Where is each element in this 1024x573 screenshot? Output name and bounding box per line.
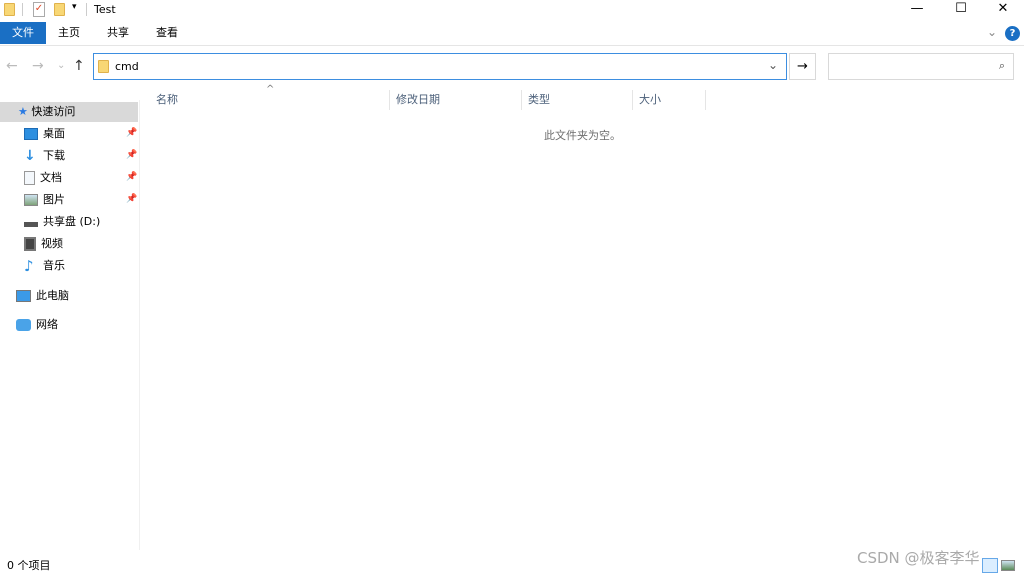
expand-ribbon-icon[interactable]: ⌄ — [987, 25, 997, 39]
details-view-button[interactable] — [982, 558, 998, 573]
videos-icon — [24, 237, 36, 251]
search-icon[interactable]: ⌕ — [999, 59, 1005, 73]
sidebar-item-label: 音乐 — [43, 259, 65, 272]
sidebar-item-documents[interactable]: 文档 — [24, 168, 62, 188]
forward-button[interactable]: → — [32, 58, 44, 74]
title-bar: ✓ ▾ Test — ☐ ✕ — [0, 0, 1024, 20]
new-folder-icon[interactable] — [54, 3, 65, 16]
drive-icon — [24, 222, 38, 227]
empty-folder-message: 此文件夹为空。 — [544, 129, 621, 142]
navigation-pane: ★ 快速访问 桌面 📌 ↓ 下载 📌 文档 📌 图片 📌 共享盘 (D:) 视频 … — [0, 100, 140, 550]
status-item-count: 0 个项目 — [7, 559, 51, 572]
folder-icon — [98, 60, 109, 73]
documents-icon — [24, 171, 35, 185]
sidebar-item-label: 共享盘 (D:) — [43, 215, 101, 228]
computer-icon — [16, 290, 31, 302]
download-icon: ↓ — [24, 148, 36, 164]
sidebar-item-shared-drive[interactable]: 共享盘 (D:) — [24, 212, 100, 232]
divider — [86, 3, 87, 16]
watermark: CSDN @极客李华 — [857, 549, 980, 567]
address-dropdown-icon[interactable]: ⌄ — [768, 58, 778, 72]
large-icons-view-button[interactable] — [1001, 560, 1015, 571]
column-header-name[interactable]: 名称 — [150, 90, 390, 110]
search-input[interactable]: ⌕ — [828, 53, 1014, 80]
tab-file[interactable]: 文件 — [0, 22, 46, 44]
folder-icon — [4, 3, 15, 16]
pictures-icon — [24, 194, 38, 206]
sidebar-item-this-pc[interactable]: 此电脑 — [16, 286, 69, 306]
window-title: Test — [94, 3, 116, 16]
minimize-button[interactable]: — — [902, 0, 932, 20]
up-button[interactable]: ↑ — [73, 58, 85, 74]
sidebar-item-network[interactable]: 网络 — [16, 315, 58, 335]
go-button[interactable]: → — [789, 53, 816, 80]
column-header-date-modified[interactable]: 修改日期 — [390, 90, 522, 110]
sidebar-item-quick-access[interactable]: ★ 快速访问 — [0, 102, 138, 122]
sidebar-item-downloads[interactable]: ↓ 下载 — [24, 146, 65, 166]
address-value[interactable]: cmd — [115, 60, 139, 73]
pin-icon[interactable]: 📌 — [126, 172, 137, 182]
star-icon: ★ — [18, 105, 32, 118]
close-button[interactable]: ✕ — [988, 0, 1018, 20]
music-icon: ♪ — [24, 257, 34, 275]
pin-icon[interactable]: 📌 — [126, 128, 137, 138]
back-button[interactable]: ← — [6, 58, 18, 74]
sidebar-item-label: 网络 — [36, 318, 58, 331]
pin-icon[interactable]: 📌 — [126, 150, 137, 160]
sidebar-item-pictures[interactable]: 图片 — [24, 190, 65, 210]
sidebar-item-desktop[interactable]: 桌面 — [24, 124, 65, 144]
sidebar-item-label: 视频 — [41, 237, 63, 250]
sidebar-item-music[interactable]: ♪ 音乐 — [24, 256, 65, 276]
sidebar-item-label: 快速访问 — [31, 105, 76, 118]
network-icon — [16, 319, 31, 331]
tab-home[interactable]: 主页 — [46, 22, 92, 44]
sidebar-item-videos[interactable]: 视频 — [24, 234, 63, 254]
divider — [22, 3, 23, 16]
tab-share[interactable]: 共享 — [95, 22, 141, 44]
recent-locations-button[interactable]: ⌄ — [57, 60, 65, 71]
desktop-icon — [24, 128, 38, 140]
sidebar-item-label: 此电脑 — [36, 289, 69, 302]
sidebar-item-label: 图片 — [43, 193, 65, 206]
tab-view[interactable]: 查看 — [144, 22, 190, 44]
properties-icon[interactable]: ✓ — [33, 2, 45, 17]
address-bar[interactable]: cmd ⌄ — [93, 53, 787, 80]
sidebar-item-label: 桌面 — [43, 127, 65, 140]
column-header-size[interactable]: 大小 — [633, 90, 706, 110]
help-icon[interactable]: ? — [1005, 26, 1020, 41]
maximize-button[interactable]: ☐ — [946, 0, 976, 20]
ribbon: 文件 主页 共享 查看 ⌄ ? — [0, 22, 1024, 46]
pin-icon[interactable]: 📌 — [126, 194, 137, 204]
customize-toolbar-icon[interactable]: ▾ — [72, 2, 77, 12]
column-header-type[interactable]: 类型 — [522, 90, 633, 110]
sidebar-item-label: 下载 — [43, 149, 65, 162]
sidebar-item-label: 文档 — [40, 171, 62, 184]
